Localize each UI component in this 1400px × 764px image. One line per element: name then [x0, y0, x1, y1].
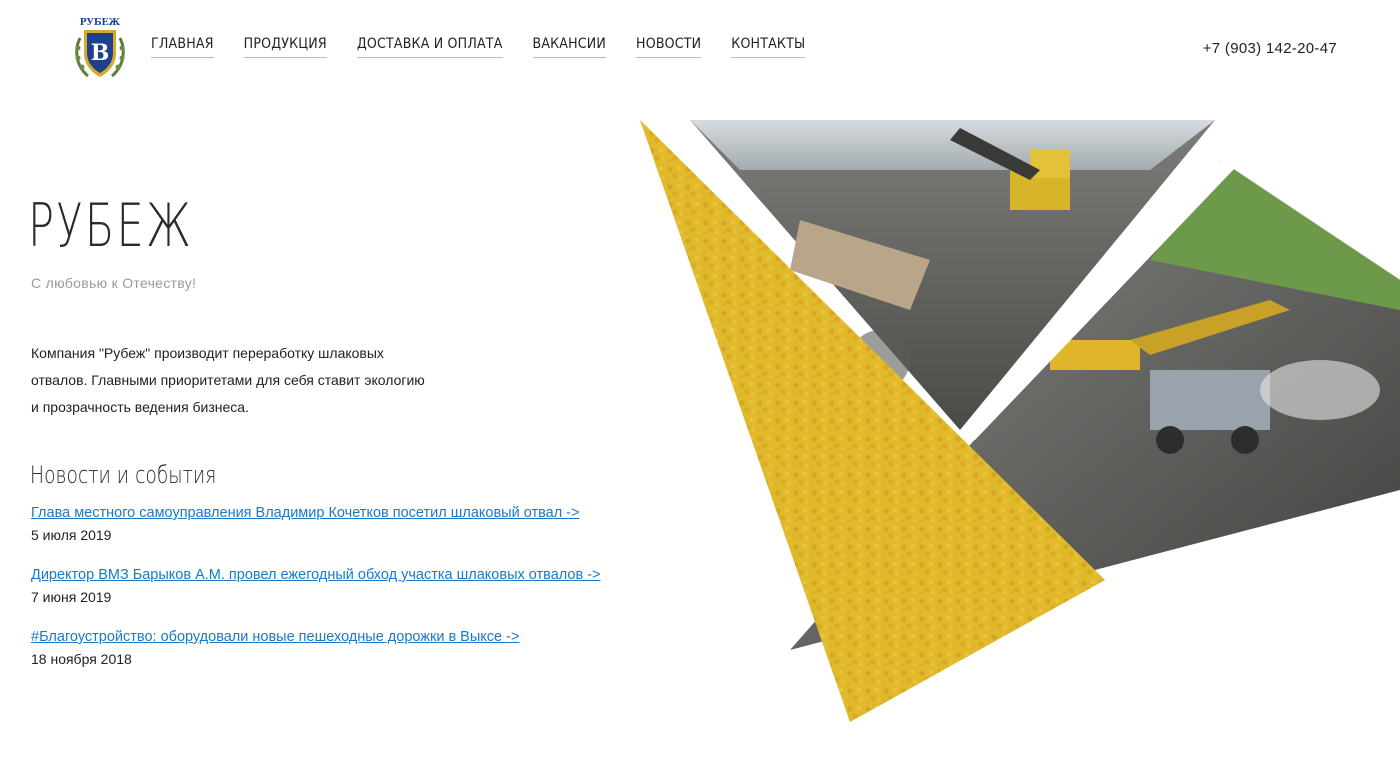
- logo-letter: В: [91, 40, 110, 66]
- nav-delivery-payment[interactable]: ДОСТАВКА И ОПЛАТА: [356, 36, 503, 58]
- nav-contacts[interactable]: КОНТАКТЫ: [731, 36, 806, 58]
- brand-title: РУБЕЖ: [28, 191, 194, 261]
- news-link[interactable]: Директор ВМЗ Барыков А.М. провел ежегодн…: [31, 565, 601, 586]
- news-date: 18 ноября 2018: [31, 651, 132, 667]
- main-nav: ГЛАВНАЯ ПРОДУКЦИЯ ДОСТАВКА И ОПЛАТА ВАКА…: [151, 36, 806, 58]
- news-list: Глава местного самоуправления Владимир К…: [31, 503, 671, 689]
- nav-news[interactable]: НОВОСТИ: [636, 36, 702, 58]
- nav-products[interactable]: ПРОДУКЦИЯ: [243, 36, 327, 58]
- news-link[interactable]: #Благоустройство: оборудовали новые пеше…: [31, 627, 519, 648]
- company-logo[interactable]: В РУБЕЖ: [72, 14, 128, 82]
- news-item: Директор ВМЗ Барыков А.М. провел ежегодн…: [31, 565, 671, 608]
- hero-image-collage: [630, 110, 1400, 730]
- slogan: С любовью к Отечеству!: [31, 275, 197, 291]
- news-item: #Благоустройство: оборудовали новые пеше…: [31, 627, 671, 670]
- news-link[interactable]: Глава местного самоуправления Владимир К…: [31, 503, 579, 524]
- nav-vacancies[interactable]: ВАКАНСИИ: [532, 36, 607, 58]
- shield-logo-icon: В РУБЕЖ: [75, 18, 125, 78]
- news-item: Глава местного самоуправления Владимир К…: [31, 503, 671, 546]
- news-date: 5 июля 2019: [31, 527, 112, 543]
- phone-number[interactable]: +7 (903) 142-20-47: [1203, 40, 1337, 57]
- news-section-title: Новости и события: [30, 461, 217, 489]
- news-date: 7 июня 2019: [31, 589, 112, 605]
- logo-text: РУБЕЖ: [80, 18, 121, 28]
- nav-home[interactable]: ГЛАВНАЯ: [151, 36, 214, 58]
- company-description: Компания "Рубеж" производит переработку …: [31, 345, 425, 415]
